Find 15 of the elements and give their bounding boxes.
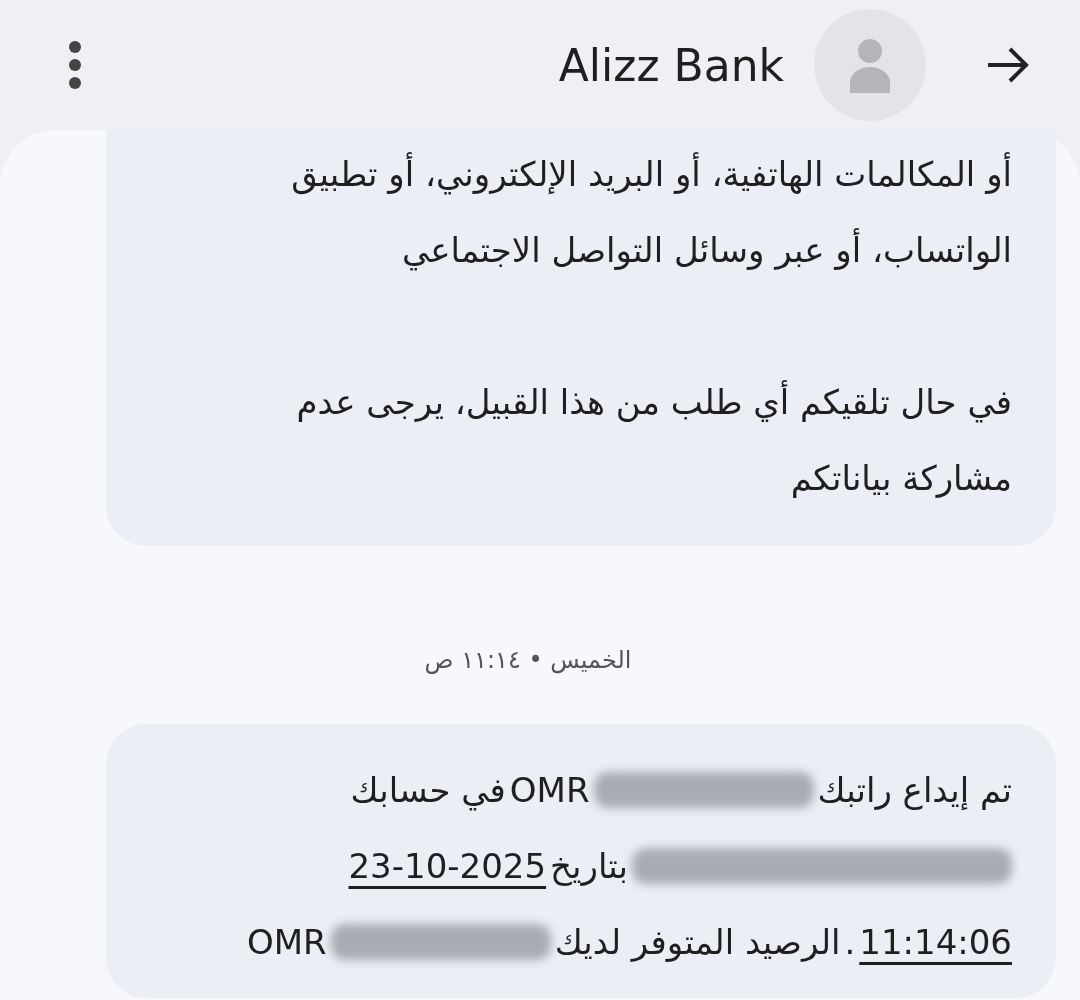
message-text: بتاريخ bbox=[550, 846, 628, 886]
date-link[interactable]: 11:14:06 bbox=[859, 922, 1012, 962]
message-text: في حال تلقيكم أي طلب من هذا القبيل، يرجى عدم bbox=[296, 382, 1012, 422]
date-link[interactable]: 23-10-2025 bbox=[348, 846, 547, 886]
message-text: أو المكالمات الهاتفية، أو البريد الإلكتروني، أو تطبيق bbox=[291, 154, 1012, 194]
message-text: OMR bbox=[246, 922, 327, 962]
message-text: في حسابك bbox=[350, 770, 506, 810]
contact-name: Alizz Bank bbox=[558, 39, 784, 91]
message-text: مشاركة بياناتكم bbox=[790, 458, 1012, 498]
message-timestamp: الخميس • ١١:١٤ ص bbox=[424, 646, 632, 674]
message-text: الرصيد المتوفر لديك bbox=[554, 922, 841, 962]
message-text: OMR bbox=[509, 770, 590, 810]
message-text: الواتساب، أو عبر وسائل التواصل الاجتماعي bbox=[401, 230, 1012, 270]
message-text: تم إيداع راتبك bbox=[817, 770, 1012, 810]
message-text: . bbox=[844, 922, 856, 962]
